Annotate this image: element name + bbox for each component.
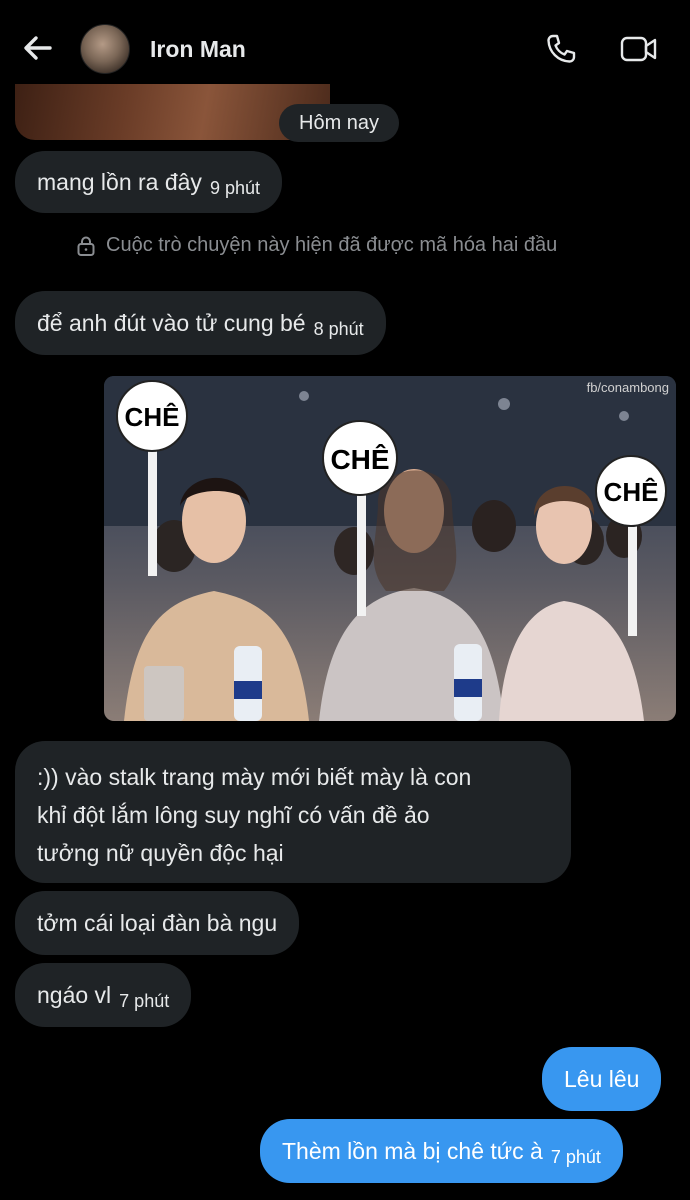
arrow-left-icon[interactable] — [20, 30, 56, 66]
message-bubble[interactable]: để anh đút vào tử cung bé 8 phút — [15, 291, 386, 355]
message-text: để anh đút vào tử cung bé — [37, 310, 306, 336]
date-separator: Hôm nay — [279, 104, 400, 142]
meme-image[interactable]: CHÊ CHÊ CHÊ fb/conambong — [104, 376, 676, 721]
message-bubble[interactable]: ngáo vl 7 phút — [15, 963, 192, 1027]
meme-illustration: CHÊ CHÊ CHÊ fb/conambong — [104, 376, 676, 721]
image-watermark: fb/conambong — [587, 380, 669, 395]
sign-label: CHÊ — [330, 444, 389, 475]
avatar[interactable] — [80, 24, 130, 74]
message-bubble-sent[interactable]: Lêu lêu — [542, 1047, 662, 1111]
sign-label: CHÊ — [604, 477, 659, 507]
message-text: Thèm lồn mà bị chê tức à — [282, 1138, 543, 1164]
message-text: mang lồn ra đây — [37, 169, 202, 195]
message-text-line: khỉ đột lắm lông suy nghĩ có vấn đề ảo — [37, 802, 430, 828]
message-text: Lêu lêu — [564, 1066, 640, 1092]
encryption-notice: Cuộc trò chuyện này hiện đã được mã hóa … — [76, 234, 557, 257]
message-time: 9 phút — [209, 178, 260, 198]
message-text-line: :)) vào stalk trang mày mới biết mày là … — [37, 764, 472, 790]
message-text-line: tưởng nữ quyền độc hại — [37, 840, 284, 866]
message-time: 7 phút — [550, 1147, 601, 1167]
message-bubble-sent[interactable]: Thèm lồn mà bị chê tức à 7 phút — [260, 1119, 623, 1183]
encryption-text: Cuộc trò chuyện này hiện đã được mã hóa … — [106, 234, 558, 256]
contact-name[interactable]: Iron Man — [150, 36, 246, 63]
message-time: 7 phút — [119, 991, 170, 1011]
message-text: ngáo vl — [37, 982, 112, 1008]
message-bubble[interactable]: tởm cái loại đàn bà ngu — [15, 891, 300, 955]
message-text: tởm cái loại đàn bà ngu — [37, 910, 278, 936]
sign-label: CHÊ — [125, 402, 180, 432]
message-bubble[interactable]: mang lồn ra đây 9 phút — [15, 151, 282, 213]
phone-icon[interactable] — [544, 32, 578, 66]
lock-icon — [77, 236, 95, 256]
video-camera-icon[interactable] — [620, 34, 658, 64]
message-bubble[interactable]: :)) vào stalk trang mày mới biết mày là … — [15, 741, 571, 883]
message-time: 8 phút — [313, 319, 364, 339]
